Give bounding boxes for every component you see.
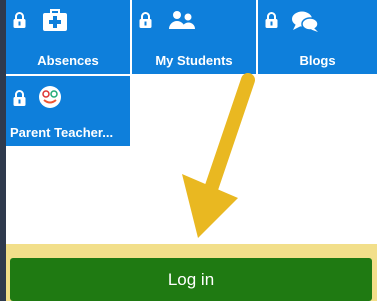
tile-absences-label: Absences bbox=[37, 53, 99, 68]
tile-my-students-label: My Students bbox=[155, 53, 233, 68]
tile-parent-teacher[interactable]: Parent Teacher... bbox=[6, 76, 130, 146]
first-aid-kit-icon bbox=[43, 9, 67, 31]
lock-icon bbox=[13, 12, 26, 28]
app-screen: Absences My Students Blogs Parent Teache… bbox=[6, 0, 377, 301]
arrow-down-icon bbox=[182, 73, 255, 238]
tile-my-students[interactable]: My Students bbox=[132, 0, 256, 74]
lock-icon bbox=[265, 12, 278, 28]
chat-bubbles-icon bbox=[292, 11, 319, 32]
login-button[interactable]: Log in bbox=[10, 258, 372, 301]
ptc-face-icon bbox=[39, 86, 61, 108]
lock-icon bbox=[13, 90, 26, 106]
lock-icon bbox=[139, 12, 152, 28]
tile-absences[interactable]: Absences bbox=[6, 0, 130, 74]
tile-blogs[interactable]: Blogs bbox=[258, 0, 377, 74]
tile-parent-teacher-label: Parent Teacher... bbox=[10, 125, 114, 140]
students-icon bbox=[169, 11, 195, 29]
tile-blogs-label: Blogs bbox=[299, 53, 336, 68]
